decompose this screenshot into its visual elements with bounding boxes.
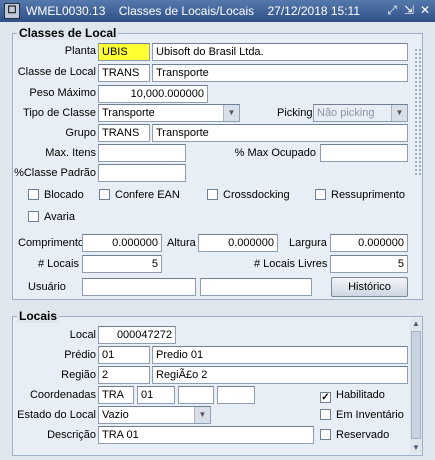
window-title: WMEL0030.13 Classes de Locais/Locais 27/…: [26, 4, 361, 18]
classes-section-title: Classes de Local: [17, 26, 119, 40]
usuario-label: Usuário: [28, 281, 66, 293]
num-locais-field[interactable]: 5: [82, 255, 162, 273]
reservado-label: Reservado: [336, 429, 390, 441]
checkbox-box[interactable]: [315, 189, 326, 200]
chevron-down-icon[interactable]: ▼: [223, 105, 239, 121]
predio-name-field[interactable]: Predio 01: [152, 346, 408, 364]
max-itens-label: Max. Itens: [45, 147, 96, 159]
locais-scrollbar[interactable]: ▲ ▼: [410, 318, 422, 454]
ressuprimento-label: Ressuprimento: [331, 189, 405, 201]
max-ocupado-field[interactable]: [320, 144, 408, 162]
avaria-checkbox[interactable]: Avaria: [28, 211, 75, 223]
peso-maximo-field[interactable]: 10,000.000000: [98, 85, 208, 103]
grupo-code-field[interactable]: TRANS: [98, 124, 150, 142]
peso-maximo-label: Peso Máximo: [29, 87, 96, 99]
em-inventario-label: Em Inventário: [336, 409, 404, 421]
num-locais-livres-field[interactable]: 5: [330, 255, 408, 273]
altura-label: Altura: [167, 237, 196, 249]
frame-resize-grip[interactable]: [414, 48, 422, 176]
avaria-label: Avaria: [44, 211, 75, 223]
close-icon[interactable]: ✕: [418, 3, 432, 18]
coordenada-4-field[interactable]: [217, 386, 255, 404]
picking-value: Não picking: [317, 107, 375, 119]
scroll-down-icon[interactable]: ▼: [410, 442, 422, 454]
grupo-label: Grupo: [65, 127, 96, 139]
classe-padrao-label: %Classe Padrão: [14, 167, 96, 179]
predio-label: Prédio: [64, 349, 96, 361]
ressuprimento-checkbox[interactable]: Ressuprimento: [315, 189, 405, 201]
minimize-icon[interactable]: ⇲: [402, 3, 416, 18]
reservado-checkbox[interactable]: Reservado: [320, 429, 389, 441]
coordenada-1-field[interactable]: TRA: [98, 386, 134, 404]
grupo-name-field[interactable]: Transporte: [152, 124, 408, 142]
comprimento-field[interactable]: 0.000000: [82, 234, 162, 252]
coordenadas-label: Coordenadas: [29, 389, 96, 401]
classe-padrao-field[interactable]: [98, 164, 186, 182]
classe-name-field[interactable]: Transporte: [152, 64, 408, 82]
estado-label: Estado do Local: [17, 409, 96, 421]
scroll-thumb[interactable]: [411, 331, 421, 439]
num-locais-livres-label: # Locais Livres: [254, 258, 328, 270]
checkmark-icon[interactable]: ✓: [320, 392, 331, 403]
picking-label: Picking: [277, 107, 313, 119]
classe-code-field[interactable]: TRANS: [98, 64, 150, 82]
num-locais-label: # Locais: [38, 258, 79, 270]
local-field[interactable]: 000047272: [98, 326, 176, 344]
picking-select: Não picking ▼: [313, 104, 408, 122]
coordenada-3-field[interactable]: [178, 386, 214, 404]
tipo-classe-select[interactable]: Transporte ▼: [98, 104, 240, 122]
chevron-down-icon[interactable]: ▼: [194, 407, 210, 423]
scroll-up-icon[interactable]: ▲: [410, 318, 422, 330]
predio-code-field[interactable]: 01: [98, 346, 150, 364]
blocado-checkbox[interactable]: Blocado: [28, 189, 84, 201]
regiao-name-field[interactable]: RegiÃ£o 2: [152, 366, 408, 384]
classe-label: Classe de Local: [17, 66, 96, 78]
confere-ean-checkbox[interactable]: Confere EAN: [99, 189, 180, 201]
restore-icon[interactable]: ⤢: [385, 3, 399, 18]
estado-select[interactable]: Vazio ▼: [98, 406, 211, 424]
crossdocking-checkbox[interactable]: Crossdocking: [207, 189, 290, 201]
usuario-extra-field[interactable]: [200, 278, 312, 296]
blocado-label: Blocado: [44, 189, 84, 201]
regiao-label: Região: [61, 369, 96, 381]
checkbox-box[interactable]: [207, 189, 218, 200]
em-inventario-checkbox[interactable]: Em Inventário: [320, 409, 404, 421]
largura-label: Largura: [289, 237, 327, 249]
checkbox-box[interactable]: [28, 211, 39, 222]
largura-field[interactable]: 0.000000: [330, 234, 408, 252]
max-itens-field[interactable]: [98, 144, 186, 162]
checkbox-box[interactable]: [99, 189, 110, 200]
coordenada-2-field[interactable]: 01: [137, 386, 175, 404]
usuario-field[interactable]: [82, 278, 196, 296]
confere-ean-label: Confere EAN: [115, 189, 180, 201]
descricao-label: Descrição: [47, 429, 96, 441]
checkbox-box[interactable]: [28, 189, 39, 200]
altura-field[interactable]: 0.000000: [198, 234, 278, 252]
estado-value: Vazio: [102, 409, 129, 421]
oracle-forms-icon[interactable]: ☐: [4, 3, 20, 19]
tipo-classe-label: Tipo de Classe: [23, 107, 96, 119]
habilitado-label: Habilitado: [336, 389, 385, 401]
crossdocking-label: Crossdocking: [223, 189, 290, 201]
planta-name-field[interactable]: Ubisoft do Brasil Ltda.: [152, 43, 408, 61]
planta-code-field[interactable]: UBIS: [98, 43, 150, 61]
max-ocupado-label: % Max Ocupado: [234, 147, 316, 159]
comprimento-label: Comprimento: [18, 237, 85, 249]
habilitado-checkbox[interactable]: ✓ Habilitado: [320, 389, 385, 403]
checkbox-box[interactable]: [320, 409, 331, 420]
planta-label: Planta: [64, 45, 96, 57]
historico-button[interactable]: Histórico: [331, 277, 408, 297]
regiao-code-field[interactable]: 2: [98, 366, 150, 384]
checkbox-box[interactable]: [320, 429, 331, 440]
window-titlebar: ☐ WMEL0030.13 Classes de Locais/Locais 2…: [0, 0, 435, 22]
descricao-field[interactable]: TRA 01: [98, 426, 314, 444]
tipo-classe-value: Transporte: [102, 107, 155, 119]
chevron-down-icon: ▼: [391, 105, 407, 121]
local-label: Local: [69, 329, 96, 341]
locais-section-title: Locais: [17, 309, 60, 323]
